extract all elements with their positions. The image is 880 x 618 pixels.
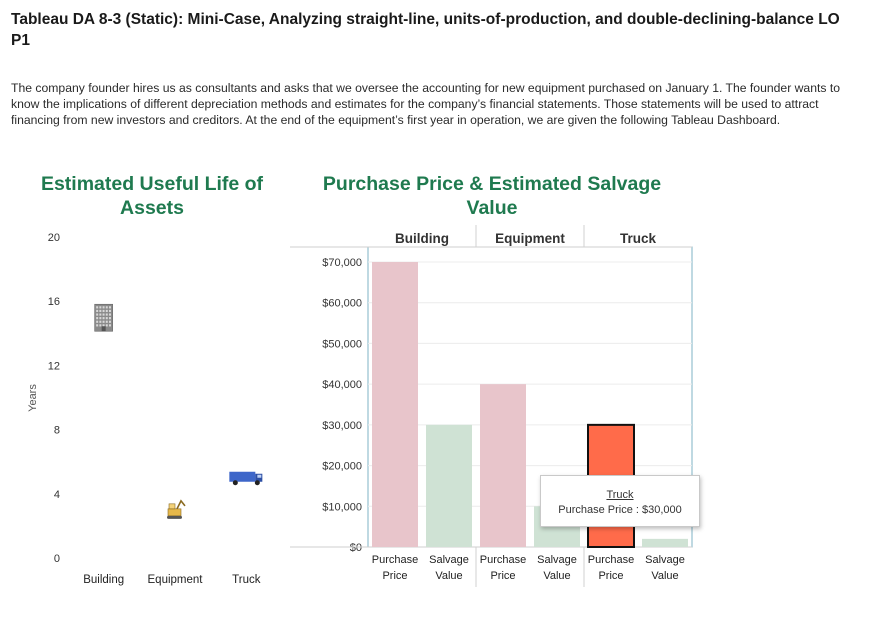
x-tick-label: Equipment [148,574,204,586]
y-tick-label: $20,000 [322,461,362,473]
group-header: Equipment [495,231,565,246]
group-header: Building [395,231,449,246]
y-tick-label: 20 [48,232,60,244]
intro-paragraph: The company founder hires us as consulta… [11,81,841,127]
y-tick-label: $30,000 [322,420,362,432]
y-tick-label: $40,000 [322,379,362,391]
x-tick-label: Price [598,570,623,582]
bar-equipment-purchase-price [480,384,526,547]
x-tick-label: Purchase [480,554,526,566]
tooltip-value: Purchase Price : $30,000 [558,504,682,516]
useful-life-chart-title: Estimated Useful Life of Assets [40,173,264,219]
x-tick-label: Value [435,570,462,582]
y-tick-label: 0 [54,553,60,565]
x-tick-label: Salvage [645,554,685,566]
tooltip-asset-name: Truck [606,489,634,501]
price-salvage-chart: $0 $10,000 $20,000 $30,000 $40,000 $50,000 $60… [290,225,693,587]
y-tick-label: $10,000 [322,501,362,513]
x-tick-label: Salvage [537,554,577,566]
x-tick-label: Salvage [429,554,469,566]
x-tick-label: Price [382,570,407,582]
y-tick-label: $70,000 [322,257,362,269]
group-header: Truck [620,231,657,246]
x-tick-label: Value [543,570,570,582]
bar-building-salvage-value [426,424,472,547]
y-tick-label: 4 [54,489,60,501]
x-tick-label: Purchase [372,554,418,566]
y-tick-label: 12 [48,360,60,372]
x-tick-label: Purchase [588,554,634,566]
y-axis-title: Years [27,384,39,412]
bar-building-purchase-price [372,262,418,547]
x-tick-label: Value [651,570,678,582]
y-tick-label: $50,000 [322,338,362,350]
y-tick-label: $0 [350,542,362,554]
useful-life-chart: 0 4 8 12 16 20 Years Building Equipment Truck [27,232,263,586]
x-tick-label: Price [490,570,515,582]
y-tick-label: $60,000 [322,298,362,310]
building-icon [94,303,113,332]
page-title: Tableau DA 8-3 (Static): Mini-Case, Anal… [11,11,840,49]
truck-icon [229,471,263,486]
truck-tooltip: Truck Purchase Price : $30,000 [540,475,700,527]
y-tick-label: 8 [54,425,60,437]
bar-truck-salvage-value [642,538,688,547]
excavator-icon [167,499,186,519]
x-tick-label: Building [83,574,124,586]
x-tick-label: Truck [232,574,261,586]
y-tick-label: 16 [48,296,60,308]
price-salvage-chart-title: Purchase Price & Estimated Salvage Value [322,173,662,219]
